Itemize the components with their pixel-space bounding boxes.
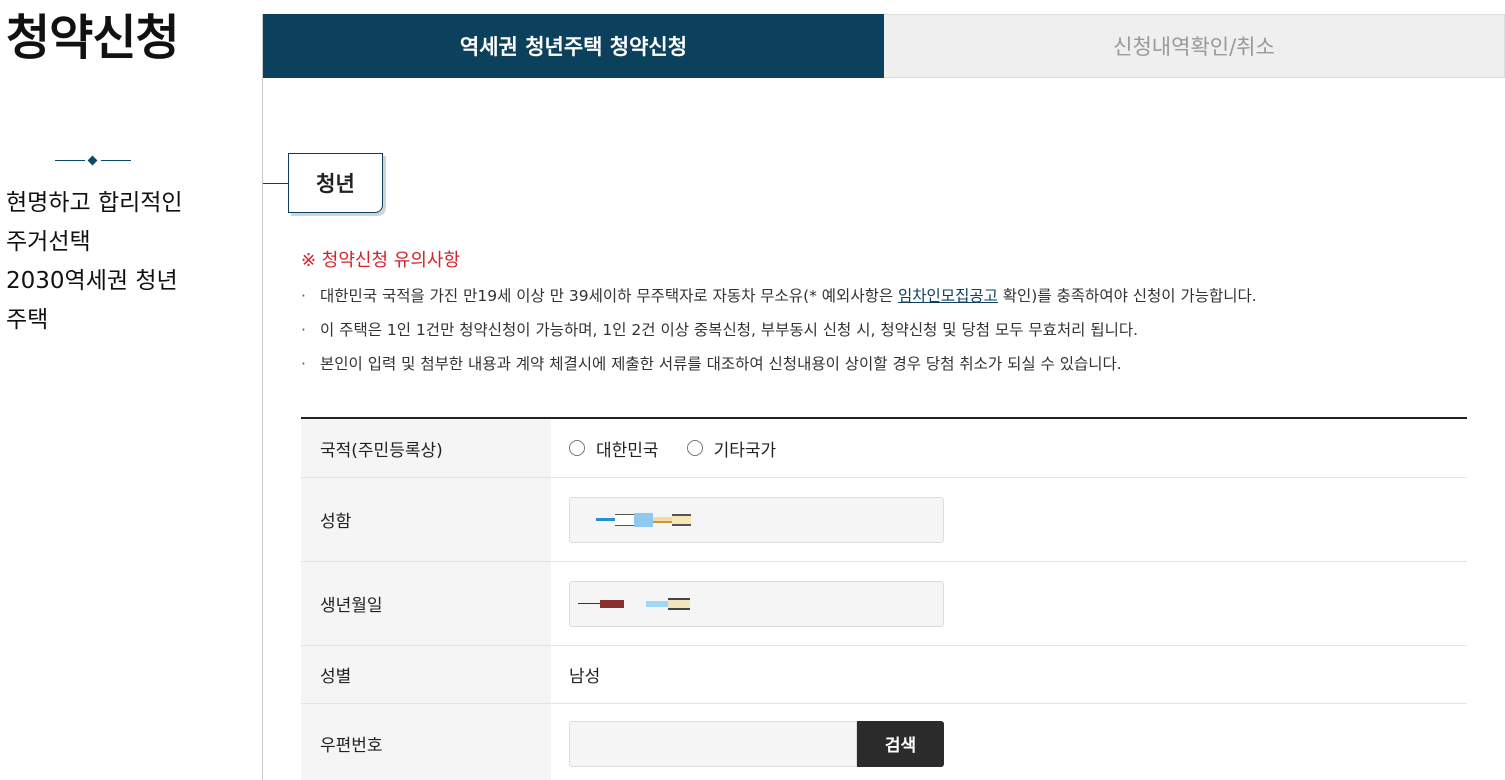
radio-korea[interactable]: 대한민국 bbox=[569, 436, 659, 461]
zipcode-input[interactable] bbox=[569, 720, 857, 767]
masked-value-icon bbox=[578, 596, 690, 612]
zipcode-search-button[interactable]: 검색 bbox=[857, 720, 944, 767]
radio-label: 대한민국 bbox=[596, 440, 659, 461]
slogan-line: 2030역세권 청년 bbox=[6, 268, 178, 294]
tab-apply[interactable]: 역세권 청년주택 청약신청 bbox=[263, 14, 884, 78]
radio-circle-icon[interactable] bbox=[569, 440, 585, 456]
notice-text: 이 주택은 1인 1건만 청약신청이 가능하며, 1인 2건 이상 중복신청, … bbox=[320, 321, 1139, 339]
notice-title: ※ 청약신청 유의사항 bbox=[301, 250, 461, 271]
slogan-line: 현명하고 합리적인 bbox=[6, 190, 183, 216]
notice-item: · 이 주택은 1인 1건만 청약신청이 가능하며, 1인 2건 이상 중복신청,… bbox=[301, 318, 1257, 352]
section-label: 청년 bbox=[288, 153, 383, 213]
notice-item: · 본인이 입력 및 첨부한 내용과 계약 체결시에 제출한 서류를 대조하여 신… bbox=[301, 352, 1257, 386]
name-input[interactable] bbox=[569, 496, 944, 543]
bullet: · bbox=[301, 287, 306, 305]
tab-bar: 역세권 청년주택 청약신청 신청내역확인/취소 bbox=[263, 14, 1505, 78]
form-row-gender: 성별 남성 bbox=[301, 646, 1467, 704]
radio-label: 기타국가 bbox=[713, 440, 777, 461]
notice-text: 대한민국 국적을 가진 만19세 이상 만 39세이하 무주택자로 자동차 무소… bbox=[320, 287, 899, 305]
field-label: 생년월일 bbox=[301, 562, 551, 645]
application-form: 국적(주민등록상) 대한민국 기타국가 성함 생년월일 성별 남성 우편번호 검… bbox=[301, 417, 1467, 780]
field-label: 성함 bbox=[301, 478, 551, 561]
decorative-divider bbox=[55, 154, 131, 168]
radio-circle-icon[interactable] bbox=[686, 440, 703, 456]
gender-value: 남성 bbox=[569, 667, 601, 687]
tab-check-cancel[interactable]: 신청내역확인/취소 bbox=[884, 14, 1505, 78]
slogan-line: 주거선택 bbox=[6, 229, 91, 255]
page-title: 청약신청 bbox=[6, 10, 180, 66]
section-connector bbox=[263, 183, 289, 184]
bullet: · bbox=[301, 321, 306, 339]
field-label: 우편번호 bbox=[301, 704, 551, 780]
field-label: 성별 bbox=[301, 646, 551, 703]
form-row-birth: 생년월일 bbox=[301, 562, 1467, 646]
notice-text: 본인이 입력 및 첨부한 내용과 계약 체결시에 제출한 서류를 대조하여 신청… bbox=[320, 355, 1122, 373]
notice-list: · 대한민국 국적을 가진 만19세 이상 만 39세이하 무주택자로 자동차 무… bbox=[301, 284, 1257, 386]
bullet: · bbox=[301, 355, 306, 373]
masked-value-icon bbox=[596, 512, 691, 528]
notice-text: 확인)를 충족하여야 신청이 가능합니다. bbox=[997, 287, 1257, 305]
sidebar-slogan: 현명하고 합리적인 주거선택 2030역세권 청년 주택 bbox=[6, 184, 206, 340]
slogan-line: 주택 bbox=[6, 307, 49, 333]
field-label: 국적(주민등록상) bbox=[301, 419, 551, 477]
content-divider bbox=[262, 14, 263, 780]
form-row-name: 성함 bbox=[301, 478, 1467, 562]
notice-item: · 대한민국 국적을 가진 만19세 이상 만 39세이하 무주택자로 자동차 무… bbox=[301, 284, 1257, 318]
radio-other-country[interactable]: 기타국가 bbox=[686, 436, 777, 461]
form-row-nationality: 국적(주민등록상) 대한민국 기타국가 bbox=[301, 419, 1467, 478]
recruitment-notice-link[interactable]: 임차인모집공고 bbox=[898, 287, 998, 305]
birth-input[interactable] bbox=[569, 580, 944, 627]
form-row-zipcode: 우편번호 검색 bbox=[301, 704, 1467, 780]
